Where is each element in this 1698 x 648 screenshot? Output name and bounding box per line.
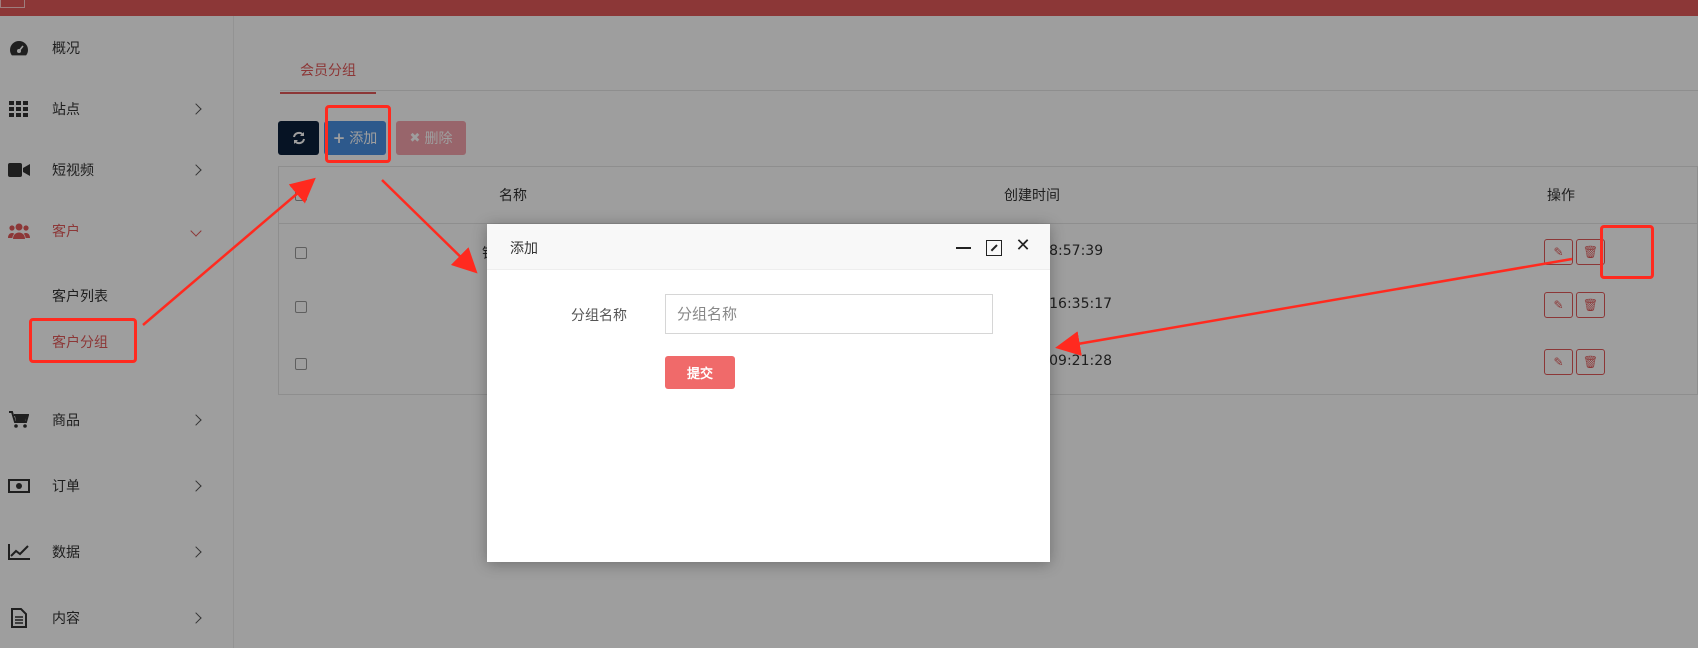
annotation-arrows [142, 177, 1573, 356]
arrow-add-to-dialog [381, 179, 478, 274]
arrow-sidebar-to-add [142, 177, 316, 326]
arrow-edit-to-dialog [1055, 257, 1573, 356]
